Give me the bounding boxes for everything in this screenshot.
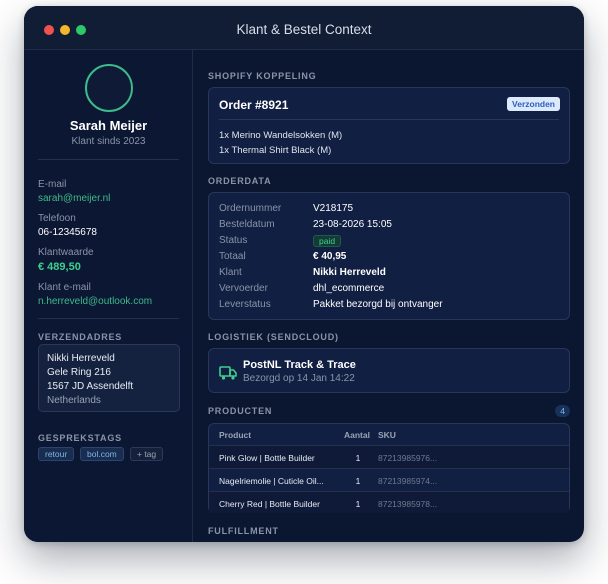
product-name: Cherry Red | Bottle Builder (219, 499, 320, 509)
payment-status-badge: paid (313, 235, 342, 247)
logistics-heading: LOGISTIEK (SENDCLOUD) (208, 332, 339, 342)
table-row[interactable]: Pink Glow | Bottle Builder 1 87213985976… (209, 445, 569, 468)
customer-value: € 489,50 (38, 261, 81, 273)
kv-key: Status (219, 235, 248, 246)
add-tag-button[interactable]: + tag (130, 447, 164, 461)
track-trace-title: PostNL Track & Trace (243, 359, 356, 371)
orderdata-card: Ordernummer V218175 Besteldatum 23-08-20… (208, 192, 570, 320)
email-link[interactable]: sarah@meijer.nl (38, 193, 110, 204)
order-total: € 40,95 (313, 251, 347, 262)
customer-email-label: Klant e-mail (38, 282, 91, 293)
table-row[interactable]: Cherry Red | Bottle Builder 1 8721398597… (209, 491, 569, 513)
title-bar: Klant & Bestel Context (24, 6, 584, 50)
kv-key: Leverstatus (219, 299, 271, 310)
fulfillment-heading: FULFILLMENT (208, 526, 279, 536)
products-count-badge: 4 (555, 405, 570, 417)
address-line: Netherlands (47, 395, 101, 406)
tag-retour[interactable]: retour (38, 447, 75, 461)
main-panel: SHOPIFY KOPPELING Order #8921 Verzonden … (194, 50, 584, 542)
product-name: Pink Glow | Bottle Builder (219, 453, 315, 463)
column-header-quantity: Aantal (344, 430, 370, 440)
products-table: Product Aantal SKU Pink Glow | Bottle Bu… (208, 423, 570, 513)
column-header-product: Product (219, 430, 252, 440)
tag-bol[interactable]: bol.com (80, 447, 124, 461)
phone-value: 06-12345678 (38, 227, 97, 238)
shipping-address-box: Nikki Herreveld Gele Ring 216 1567 JD As… (38, 344, 180, 412)
shopify-heading: SHOPIFY KOPPELING (208, 71, 317, 81)
window-title: Klant & Bestel Context (236, 22, 372, 37)
avatar (85, 64, 133, 112)
order-line-item: 1x Thermal Shirt Black (M) (219, 145, 332, 156)
product-name: Nagelriemolie | Cuticle Oil... (219, 476, 324, 486)
app-window: Klant & Bestel Context Sarah Meijer Klan… (24, 6, 584, 542)
tags-heading: GESPREKSTAGS (38, 433, 122, 443)
product-sku: 87213985976... (378, 453, 438, 463)
track-trace-card[interactable]: PostNL Track & Trace Bezorgd op 14 Jan 1… (208, 348, 570, 393)
delivery-status: Pakket bezorgd bij ontvanger (313, 299, 443, 310)
kv-key: Totaal (219, 251, 246, 262)
track-trace-subtitle: Bezorgd op 14 Jan 14:22 (243, 373, 355, 384)
address-line: Nikki Herreveld (47, 353, 115, 364)
products-heading: PRODUCTEN (208, 406, 273, 416)
kv-key: Klant (219, 267, 242, 278)
product-quantity: 1 (355, 476, 361, 486)
shipping-heading: VERZENDADRES (38, 332, 123, 342)
shopify-order-card[interactable]: Order #8921 Verzonden 1x Merino Wandelso… (208, 87, 570, 164)
customer-since: Klant sinds 2023 (71, 136, 146, 147)
order-date: 23-08-2026 15:05 (313, 219, 392, 230)
product-sku: 87213985978... (378, 499, 438, 509)
address-line: 1567 JD Assendelft (47, 381, 134, 392)
truck-icon (219, 366, 237, 380)
order-number: V218175 (313, 203, 354, 214)
order-line-item: 1x Merino Wandelsokken (M) (219, 130, 343, 141)
kv-key: Vervoerder (219, 283, 268, 294)
customer-sidebar: Sarah Meijer Klant sinds 2023 E-mail sar… (24, 50, 193, 542)
orderdata-heading: ORDERDATA (208, 176, 272, 186)
order-title: Order #8921 (219, 98, 289, 112)
product-quantity: 1 (355, 499, 361, 509)
customer-value-label: Klantwaarde (38, 247, 94, 258)
order-customer: Nikki Herreveld (313, 267, 386, 278)
customer-email-link[interactable]: n.herreveld@outlook.com (38, 296, 152, 307)
column-header-sku: SKU (378, 430, 396, 440)
table-row[interactable]: Nagelriemolie | Cuticle Oil... 1 8721398… (209, 468, 569, 491)
address-line: Gele Ring 216 (47, 367, 111, 378)
status-badge: Verzonden (507, 97, 560, 111)
kv-key: Ordernummer (219, 203, 282, 214)
customer-name: Sarah Meijer (69, 118, 148, 133)
email-label: E-mail (38, 179, 67, 190)
product-sku: 87213985974... (378, 476, 438, 486)
divider (38, 318, 179, 319)
carrier: dhl_ecommerce (313, 283, 385, 294)
kv-key: Besteldatum (219, 219, 275, 230)
phone-label: Telefoon (38, 213, 76, 224)
product-quantity: 1 (355, 453, 361, 463)
divider (219, 119, 559, 120)
divider (38, 159, 179, 160)
